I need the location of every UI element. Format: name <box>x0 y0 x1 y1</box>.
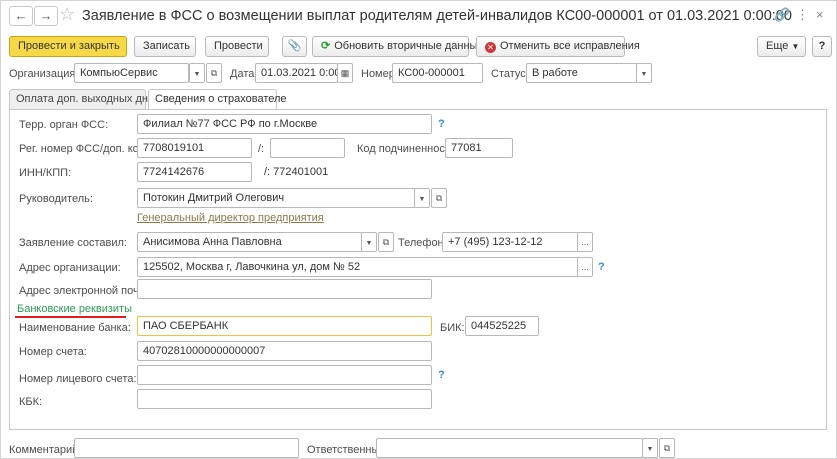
phone-label: Телефон: <box>398 237 447 249</box>
account-field[interactable]: 40702810000000000007 <box>137 341 432 361</box>
date-label: Дата: <box>230 68 258 80</box>
address-field[interactable]: 125502, Москва г, Лавочкина ул, дом № 52 <box>137 257 579 277</box>
open-icon: ⧉ <box>382 237 390 247</box>
inn-field[interactable]: 7724142676 <box>137 162 252 182</box>
tab-insurer-details[interactable]: Сведения о страхователе <box>148 89 287 110</box>
chevron-down-icon: ▼ <box>791 42 800 51</box>
open-icon: ⧉ <box>435 193 443 203</box>
comment-label: Комментарий: <box>9 444 82 456</box>
personal-account-label: Номер лицевого счета: <box>19 373 137 385</box>
kbk-label: КБК: <box>19 396 43 408</box>
fss-label: Терр. орган ФСС: <box>19 119 109 131</box>
cancel-corrections-button[interactable]: ✕ Отменить все исправления <box>476 36 640 57</box>
head-open-button[interactable]: ⧉ <box>431 188 447 208</box>
more-actions-icon[interactable]: ⋮ <box>796 6 809 24</box>
refresh-icon: ⟳ <box>321 40 331 52</box>
forward-button[interactable]: → <box>34 6 58 26</box>
organization-dropdown-button[interactable]: ▼ <box>189 63 205 83</box>
address-help-icon[interactable]: ? <box>598 261 605 273</box>
bik-field[interactable]: 044525225 <box>465 316 539 336</box>
fss-help-icon[interactable]: ? <box>438 118 445 130</box>
bank-name-field[interactable]: ПАО СБЕРБАНК <box>137 316 432 336</box>
author-label: Заявление составил: <box>19 237 127 249</box>
open-icon: ⧉ <box>663 443 671 453</box>
paperclip-icon: 📎 <box>287 40 302 52</box>
more-menu-button[interactable]: Еще ▼ <box>757 36 806 57</box>
kpp-field[interactable]: /: 772401001 <box>258 162 345 182</box>
author-open-button[interactable]: ⧉ <box>378 232 394 252</box>
chevron-down-icon: ▼ <box>193 71 201 78</box>
phone-field[interactable]: +7 (495) 123-12-12 <box>442 232 579 252</box>
author-dropdown-button[interactable]: ▼ <box>361 232 377 252</box>
open-icon: ⧉ <box>210 68 218 78</box>
favorite-star-icon[interactable]: ☆ <box>59 3 75 25</box>
calendar-button[interactable]: ▦ <box>337 63 353 83</box>
kbk-field[interactable] <box>137 389 432 409</box>
address-label: Адрес организации: <box>19 262 121 274</box>
chevron-down-icon: ▼ <box>640 71 648 78</box>
fss-field[interactable]: Филиал №77 ФСС РФ по г.Москве <box>137 114 432 134</box>
responsible-dropdown-button[interactable]: ▼ <box>642 438 658 458</box>
bank-details-heading: Банковские реквизиты <box>17 303 132 315</box>
organization-open-button[interactable]: ⧉ <box>206 63 222 83</box>
chevron-down-icon: ▼ <box>646 446 654 453</box>
help-button[interactable]: ? <box>812 36 832 57</box>
bank-name-label: Наименование банка: <box>19 322 131 334</box>
email-label: Адрес электронной почты: <box>19 285 155 297</box>
refresh-secondary-button[interactable]: ⟳ Обновить вторичные данные <box>312 36 484 57</box>
close-icon[interactable]: × <box>816 6 824 24</box>
tab-extra-days-payment[interactable]: Оплата доп. выходных дней <box>9 89 160 109</box>
underline-marker <box>15 316 126 318</box>
author-field[interactable]: Анисимова Анна Павловна <box>137 232 362 252</box>
link-icon[interactable]: 🔗 <box>774 6 790 24</box>
refresh-secondary-label: Обновить вторичные данные <box>334 40 484 52</box>
head-label: Руководитель: <box>19 193 93 205</box>
regnum-field[interactable]: 7708019101 <box>137 138 252 158</box>
regnum-label: Рег. номер ФСС/доп. код: <box>19 143 148 155</box>
back-button[interactable]: ← <box>9 6 33 26</box>
attach-button[interactable]: 📎 <box>282 36 307 57</box>
chevron-down-icon: ▼ <box>365 240 373 247</box>
calendar-icon: ▦ <box>340 68 350 78</box>
inn-label: ИНН/КПП: <box>19 167 72 179</box>
save-button[interactable]: Записать <box>134 36 196 57</box>
post-and-close-button[interactable]: Провести и закрыть <box>9 36 127 57</box>
personal-account-field[interactable] <box>137 365 432 385</box>
phone-select-button[interactable]: ... <box>577 232 593 252</box>
document-title: Заявление в ФСС о возмещении выплат роди… <box>82 8 792 24</box>
chevron-down-icon: ▼ <box>418 196 426 203</box>
head-dropdown-button[interactable]: ▼ <box>414 188 430 208</box>
status-field[interactable]: В работе <box>526 63 638 83</box>
organization-field[interactable]: КомпьюСервис <box>74 63 189 83</box>
email-field[interactable] <box>137 279 432 299</box>
bik-label: БИК: <box>440 322 465 334</box>
comment-field[interactable] <box>74 438 299 458</box>
status-label: Статус: <box>491 68 529 80</box>
more-menu-label: Еще <box>766 40 789 52</box>
responsible-open-button[interactable]: ⧉ <box>659 438 675 458</box>
personal-account-help-icon[interactable]: ? <box>438 369 445 381</box>
date-field[interactable]: 01.03.2021 0:00:0 <box>255 63 338 83</box>
subcode-field[interactable]: 77081 <box>445 138 513 158</box>
account-label: Номер счета: <box>19 346 87 358</box>
regnum-separator: /: <box>258 143 265 155</box>
cancel-icon: ✕ <box>485 42 496 53</box>
additional-code-field[interactable] <box>270 138 345 158</box>
cancel-corrections-label: Отменить все исправления <box>500 40 640 52</box>
responsible-field[interactable] <box>376 438 643 458</box>
head-position-link[interactable]: Генеральный директор предприятия <box>137 212 324 224</box>
head-field[interactable]: Потокин Дмитрий Олегович <box>137 188 416 208</box>
post-button[interactable]: Провести <box>205 36 269 57</box>
number-field[interactable]: КС00-000001 <box>392 63 483 83</box>
organization-label: Организация: <box>9 68 79 80</box>
address-select-button[interactable]: ... <box>577 257 593 277</box>
subcode-label: Код подчиненности: <box>357 143 460 155</box>
status-dropdown-button[interactable]: ▼ <box>636 63 652 83</box>
